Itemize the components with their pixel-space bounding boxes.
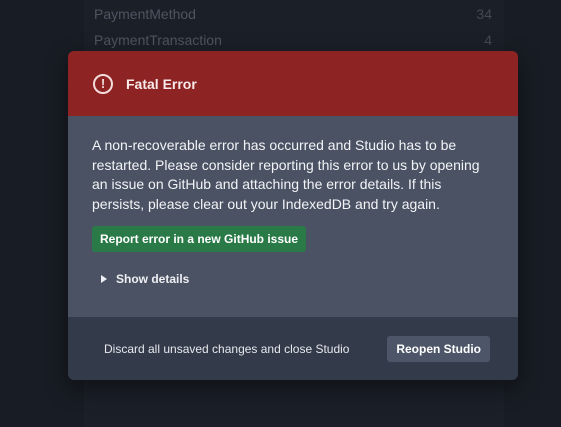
show-details-label: Show details (116, 272, 190, 286)
discard-changes-link[interactable]: Discard all unsaved changes and close St… (104, 342, 349, 356)
dialog-footer: Discard all unsaved changes and close St… (68, 317, 518, 380)
show-details-toggle[interactable]: Show details (92, 272, 494, 286)
report-error-button[interactable]: Report error in a new GitHub issue (92, 226, 307, 252)
caret-right-icon (101, 275, 107, 283)
reopen-studio-button[interactable]: Reopen Studio (387, 335, 490, 362)
fatal-error-dialog: ! Fatal Error A non-recoverable error ha… (68, 51, 518, 380)
dialog-body: A non-recoverable error has occurred and… (68, 116, 518, 317)
alert-circle-icon: ! (93, 73, 113, 94)
dialog-title: Fatal Error (126, 75, 197, 92)
error-message: A non-recoverable error has occurred and… (92, 137, 480, 212)
dialog-header: ! Fatal Error (68, 51, 518, 116)
